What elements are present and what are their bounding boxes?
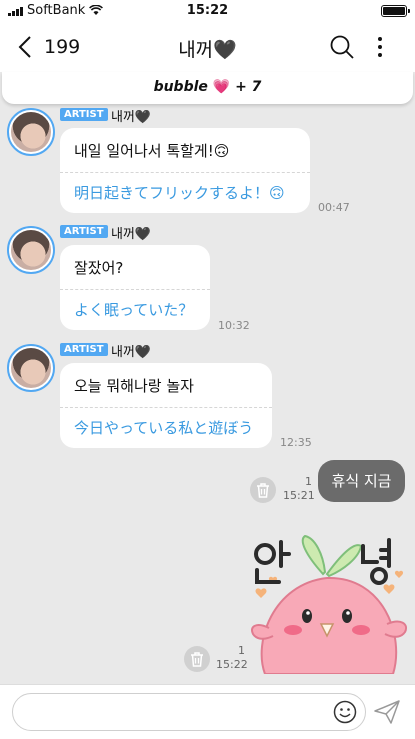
message-bubble[interactable]: 오늘 뭐해나랑 놀자 今日やっている私と遊ぼう: [60, 363, 272, 448]
sent-message-bubble[interactable]: 휴식 지금: [318, 460, 405, 502]
battery-icon: [381, 5, 410, 17]
artist-avatar[interactable]: [7, 108, 55, 156]
message-time: 12:35: [280, 436, 312, 449]
send-icon[interactable]: [373, 699, 401, 725]
sender-name: 내꺼🖤: [111, 227, 152, 242]
message-input[interactable]: [29, 694, 329, 730]
message-bubble[interactable]: 내일 일어나서 톡할게!🙃 明日起きてフリックするよ！🙃: [60, 128, 310, 213]
delete-icon[interactable]: [184, 646, 210, 672]
message-time: 10:32: [218, 319, 250, 332]
message-bubble[interactable]: 잘잤어? よく眠っていた？: [60, 245, 210, 330]
artist-badge: ARTIST: [60, 108, 108, 121]
chat-header: 199 내꺼🖤: [0, 22, 415, 72]
heart-icon: 💗: [212, 79, 231, 95]
search-icon[interactable]: [329, 34, 355, 60]
peach-sticker[interactable]: [243, 532, 411, 674]
banner-text: bubble: [153, 79, 208, 95]
translation-text: 今日やっている私と遊ぼう: [74, 419, 254, 437]
artist-badge: ARTIST: [60, 343, 108, 356]
status-time: 15:22: [186, 3, 229, 18]
message-field[interactable]: [12, 693, 366, 731]
status-bar: SoftBank 15:22: [0, 0, 415, 22]
bubble-banner[interactable]: bubble 💗 + 7: [2, 72, 413, 104]
artist-badge: ARTIST: [60, 225, 108, 238]
artist-avatar[interactable]: [7, 344, 55, 392]
more-icon[interactable]: [367, 34, 393, 60]
translation-text: よく眠っていた？: [74, 301, 194, 319]
message-text: 잘잤어?: [60, 245, 210, 290]
sender-name: 내꺼🖤: [111, 110, 152, 125]
message-text: 오늘 뭐해나랑 놀자: [60, 363, 272, 408]
message-time: 15:21: [283, 489, 315, 502]
sender-name: 내꺼🖤: [111, 345, 152, 360]
banner-extra: + 7: [235, 79, 262, 95]
translation-text: 明日起きてフリックするよ！🙃: [74, 184, 285, 202]
message-text: 내일 일어나서 톡할게!🙃: [60, 128, 310, 173]
artist-avatar[interactable]: [7, 226, 55, 274]
message-time: 00:47: [318, 201, 350, 214]
read-count: 1: [305, 475, 312, 488]
emoji-icon[interactable]: [333, 700, 357, 724]
delete-icon[interactable]: [250, 477, 276, 503]
input-bar: [0, 684, 415, 739]
